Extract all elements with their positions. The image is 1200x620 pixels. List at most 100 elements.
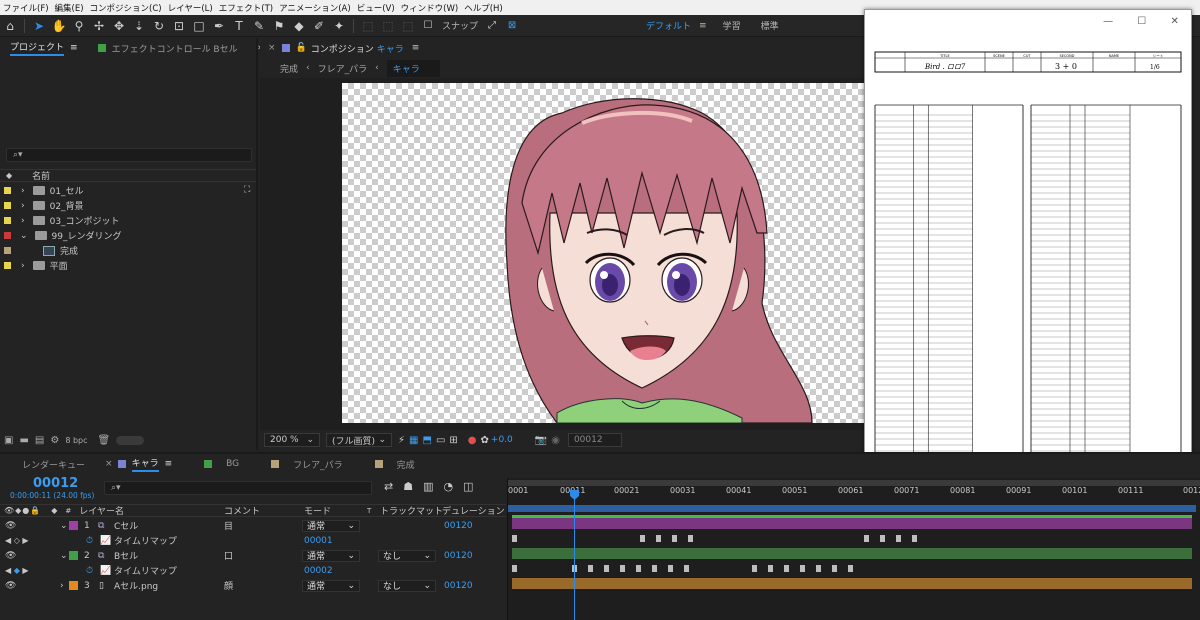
keyframe[interactable] xyxy=(684,565,689,572)
time-ruler[interactable]: 0001 00011 00021 00031 00041 00051 00061… xyxy=(508,486,1200,502)
hand-tool-icon[interactable]: ✋ xyxy=(49,17,69,35)
menu-window[interactable]: ウィンドウ(W) xyxy=(401,2,459,14)
list-item[interactable]: › 01_セル xyxy=(0,183,242,198)
chevron-down-icon[interactable]: ⌄ xyxy=(20,231,28,241)
list-item[interactable]: › 平面 xyxy=(0,258,242,273)
layer-bar-c[interactable] xyxy=(512,518,1192,529)
label-column-icon[interactable]: ◆ xyxy=(51,506,57,515)
av-switches-icon[interactable]: 👁◆●🔒 xyxy=(4,506,41,515)
snapshot-icon[interactable]: 📷 xyxy=(535,435,547,446)
breadcrumb-item-final[interactable]: 完成 xyxy=(280,62,298,75)
layer-name[interactable]: Bセル xyxy=(114,549,138,562)
stopwatch-icon[interactable]: ⏱ xyxy=(86,536,93,546)
layer-comment[interactable]: 顔 xyxy=(224,579,233,592)
dolly-camera-icon[interactable]: ⇣ xyxy=(129,17,149,35)
lock-icon[interactable]: 🔓 xyxy=(296,43,307,53)
clone-stamp-icon[interactable]: ⚑ xyxy=(269,17,289,35)
frame-blending-icon[interactable]: ▥ xyxy=(423,480,433,493)
duration-header[interactable]: デュレーション xyxy=(442,504,505,517)
tab-bg[interactable]: BG xyxy=(194,454,249,474)
menu-file[interactable]: ファイル(F) xyxy=(3,2,49,14)
motion-blur-icon[interactable]: ◔ xyxy=(444,480,454,493)
menu-layer[interactable]: レイヤー(L) xyxy=(168,2,213,14)
keyframe[interactable] xyxy=(688,535,693,542)
layer-bar-a[interactable] xyxy=(512,578,1192,589)
keyframe-row-b[interactable] xyxy=(508,564,1200,574)
list-item[interactable]: › 03_コンポジット xyxy=(0,213,242,228)
menu-effect[interactable]: エフェクト(T) xyxy=(219,2,273,14)
snap-target-icon[interactable]: ⊠ xyxy=(502,17,522,35)
workspace-menu-icon[interactable]: ≡ xyxy=(699,21,707,31)
type-tool-icon[interactable]: T xyxy=(229,17,249,35)
table-row[interactable]: 👁 ⌄ 2 ⧉ Bセル 口 通常 ⌄ なし ⌄ 00120 xyxy=(0,548,506,563)
workspace-standard[interactable]: 標準 xyxy=(761,19,779,32)
mask-visibility-icon[interactable]: ⬒ xyxy=(422,435,431,446)
keyframe[interactable] xyxy=(668,565,673,572)
keyframe[interactable] xyxy=(640,535,645,542)
fast-preview-icon[interactable]: ⚡ xyxy=(398,435,405,446)
anchor-point-icon[interactable]: ⊡ xyxy=(169,17,189,35)
table-row[interactable]: 👁 ⌄ 1 ⧉ Cセル 目 通常 ⌄ 00120 xyxy=(0,518,506,533)
keyframe[interactable] xyxy=(816,565,821,572)
viewer-tab-comp-name[interactable]: キャラ xyxy=(377,42,404,55)
zoom-tool-icon[interactable]: ⚲ xyxy=(69,17,89,35)
blend-mode-dropdown[interactable]: 通常 ⌄ xyxy=(302,549,360,562)
tab-chara[interactable]: × キャラ ≡ xyxy=(95,454,182,474)
comment-header[interactable]: コメント xyxy=(224,504,260,517)
snap-option-icon[interactable]: ⤢ xyxy=(482,17,502,35)
chevron-right-icon[interactable]: › xyxy=(60,581,64,591)
layer-duration[interactable]: 00120 xyxy=(444,551,473,561)
current-time-field[interactable]: 00012 xyxy=(567,433,622,447)
pan-camera-icon[interactable]: ✥ xyxy=(109,17,129,35)
keyframe-nav-icon[interactable]: ◀ ◇ ▶ xyxy=(5,536,29,545)
keyframe[interactable] xyxy=(636,565,641,572)
track-matte-dropdown[interactable]: なし ⌄ xyxy=(378,579,436,592)
graph-icon[interactable]: 📈 xyxy=(100,566,111,576)
region-of-interest-icon[interactable]: ▭ xyxy=(436,435,445,446)
eye-icon[interactable]: 👁 xyxy=(5,551,16,561)
show-snapshot-icon[interactable]: ◉ xyxy=(551,435,560,446)
blend-mode-dropdown[interactable]: 通常 ⌄ xyxy=(302,519,360,532)
home-icon[interactable]: ⌂ xyxy=(0,17,20,35)
menu-animation[interactable]: アニメーション(A) xyxy=(279,2,351,14)
list-item[interactable]: › 02_背景 xyxy=(0,198,242,213)
tab-flare[interactable]: フレア_パラ xyxy=(261,454,353,474)
chevron-right-icon[interactable]: › xyxy=(21,261,25,271)
eye-icon[interactable]: 👁 xyxy=(5,521,16,531)
keyframe[interactable] xyxy=(912,535,917,542)
rectangle-tool-icon[interactable]: □ xyxy=(189,17,209,35)
tab-final[interactable]: 完成 xyxy=(365,454,425,474)
puppet-pin-icon[interactable]: ✦ xyxy=(329,17,349,35)
track-matte-dropdown[interactable]: なし ⌄ xyxy=(378,549,436,562)
axis-view-icon[interactable]: ⬚ xyxy=(398,17,418,35)
close-icon[interactable]: × xyxy=(268,43,276,53)
viewer-menu-icon[interactable]: ≡ xyxy=(412,43,420,53)
rotate-tool-icon[interactable]: ↻ xyxy=(149,17,169,35)
menu-view[interactable]: ビュー(V) xyxy=(357,2,395,14)
flowchart-icon[interactable]: ⛶ xyxy=(244,185,250,195)
channel-icon[interactable]: ● xyxy=(468,435,477,446)
exposure-reset-icon[interactable]: ✿ xyxy=(481,435,489,446)
layer-label-color[interactable] xyxy=(69,521,78,530)
list-item[interactable]: 完成 xyxy=(0,243,242,258)
shy-icon[interactable]: ☗ xyxy=(403,480,413,493)
zoom-dropdown[interactable]: 200 % ⌄ xyxy=(264,433,320,447)
list-item[interactable]: ⌄ 99_レンダリング xyxy=(0,228,242,243)
property-value[interactable]: 00001 xyxy=(304,536,333,546)
exposure-value[interactable]: +0.0 xyxy=(491,435,513,445)
breadcrumb-item-current[interactable]: キャラ xyxy=(386,59,440,77)
track-matte-header[interactable]: トラックマット xyxy=(380,504,443,517)
chevron-right-icon[interactable]: › xyxy=(21,186,25,196)
graph-icon[interactable]: 📈 xyxy=(100,536,111,546)
keyframe[interactable] xyxy=(652,565,657,572)
keyframe[interactable] xyxy=(896,535,901,542)
composition-canvas[interactable] xyxy=(342,83,864,423)
viewer-tab-label[interactable]: コンポジション xyxy=(311,42,374,55)
tab-effect-controls[interactable]: エフェクトコントロール Bセル xyxy=(88,38,248,58)
layer-number-header[interactable]: # xyxy=(65,507,71,515)
resolution-dropdown[interactable]: (フル画質) ⌄ xyxy=(326,433,392,447)
layer-name-header[interactable]: レイヤー名 xyxy=(79,504,124,517)
playhead-line[interactable] xyxy=(574,492,575,620)
comp-mini-flowchart-icon[interactable]: ⇄ xyxy=(384,480,393,493)
layer-name[interactable]: Cセル xyxy=(114,519,138,532)
